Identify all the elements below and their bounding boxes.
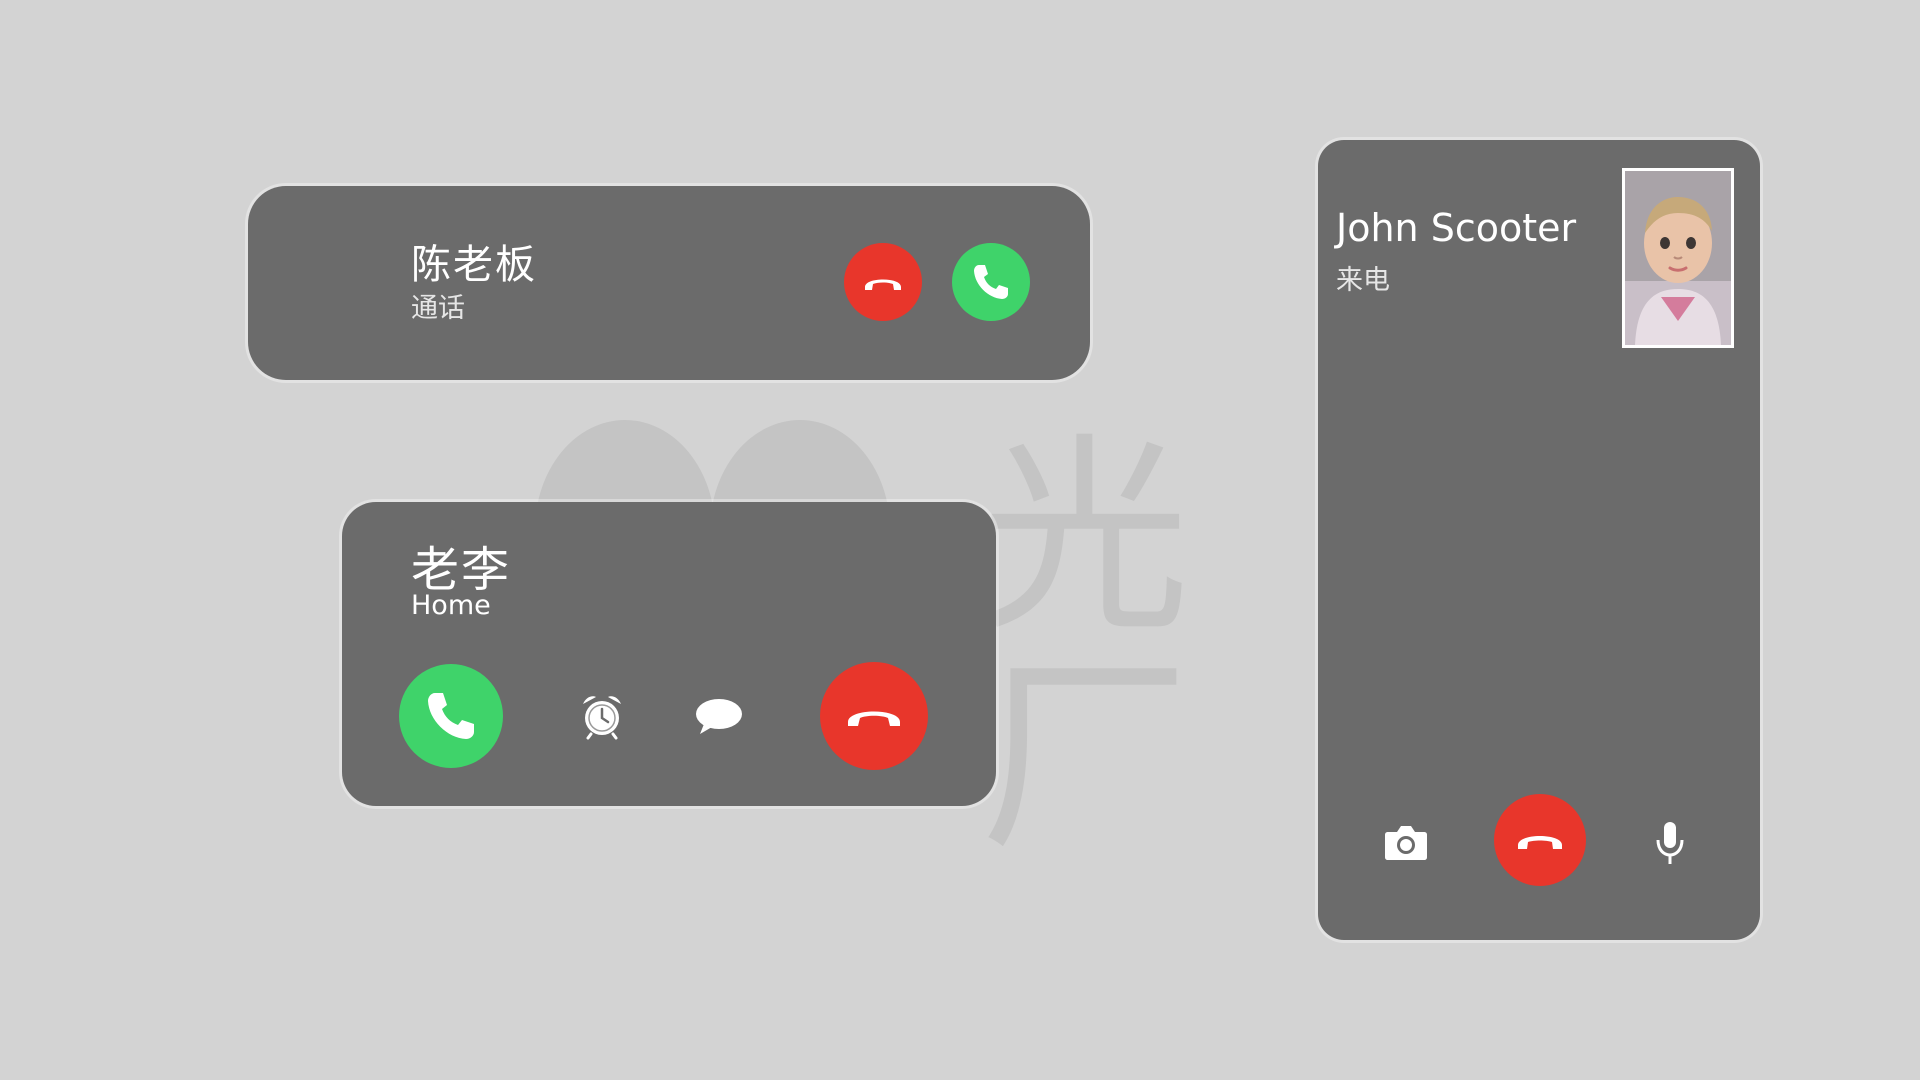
mute-button[interactable]: [1654, 820, 1686, 866]
baby-portrait-image: [1625, 171, 1731, 345]
switch-camera-button[interactable]: [1384, 822, 1428, 862]
call-status: 通话: [411, 293, 465, 324]
message-button[interactable]: [694, 696, 744, 736]
camera-icon: [1385, 826, 1427, 860]
accept-button[interactable]: [952, 243, 1030, 321]
remind-me-button[interactable]: [578, 692, 626, 740]
chat-bubble-icon: [696, 699, 742, 734]
caller-photo: [1622, 168, 1734, 348]
decline-button[interactable]: [820, 662, 928, 770]
caller-label: Home: [411, 590, 491, 621]
incoming-call-card: 老李 Home: [342, 502, 996, 806]
call-status: 来电: [1336, 265, 1390, 296]
caller-name: 陈老板: [411, 242, 537, 288]
microphone-icon: [1656, 822, 1684, 864]
accept-button[interactable]: [399, 664, 503, 768]
alarm-clock-icon: [583, 696, 621, 740]
caller-name: John Scooter: [1336, 206, 1577, 250]
decline-button[interactable]: [844, 243, 922, 321]
incoming-call-banner: 陈老板 通话: [248, 186, 1090, 380]
decline-button[interactable]: [1494, 794, 1586, 886]
incoming-video-call-screen: John Scooter 来电: [1318, 140, 1760, 940]
